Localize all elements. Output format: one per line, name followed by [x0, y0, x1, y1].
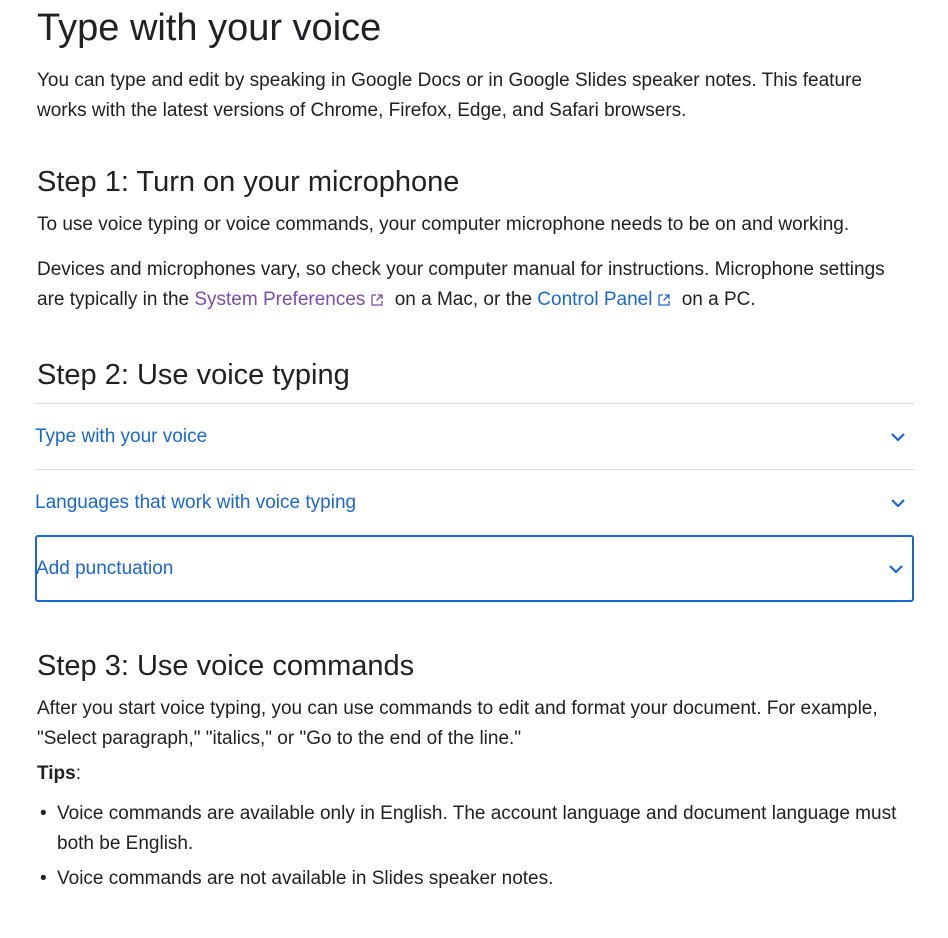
tip-text: Voice commands are not available in Slid… [57, 868, 554, 889]
external-link-icon[interactable] [371, 294, 384, 306]
system-preferences-link[interactable]: System Preferences [194, 289, 365, 310]
accordion-item-label[interactable]: Add punctuation [36, 554, 173, 584]
list-item: • Voice commands are not available in Sli… [37, 864, 914, 894]
bullet-icon: • [40, 803, 47, 824]
accordion-item-add-punctuation[interactable]: Add punctuation [35, 535, 914, 602]
accordion-item-type-with-your-voice[interactable]: Type with your voice [35, 403, 914, 469]
intro-paragraph: You can type and edit by speaking in Goo… [37, 70, 862, 121]
step1-heading: Step 1: Turn on your microphone [37, 166, 460, 198]
help-article: Type with your voice You can type and ed… [0, 0, 948, 894]
page-title: Type with your voice [37, 7, 382, 49]
tip-text: Voice commands are available only in Eng… [57, 803, 897, 854]
control-panel-link-label[interactable]: Control Panel [537, 289, 652, 310]
step1-paragraph-2: Devices and microphones vary, so check y… [37, 255, 914, 315]
accordion-item-label[interactable]: Languages that work with voice typing [35, 488, 356, 518]
tips-list: • Voice commands are available only in En… [37, 799, 914, 894]
control-panel-link[interactable]: Control Panel [537, 289, 652, 310]
chevron-down-icon[interactable] [890, 497, 906, 509]
step1-p2-text-after: on a PC. [676, 289, 756, 310]
accordion-item-label[interactable]: Type with your voice [35, 422, 207, 452]
tips-label: Tips: [37, 759, 914, 789]
bullet-icon: • [40, 868, 47, 889]
step2-heading: Step 2: Use voice typing [37, 359, 350, 391]
tips-colon: : [75, 763, 81, 784]
system-preferences-link-label[interactable]: System Preferences [194, 289, 365, 310]
step3-paragraph: After you start voice typing, you can us… [37, 698, 878, 749]
step1-paragraph-1: To use voice typing or voice commands, y… [37, 214, 850, 235]
chevron-down-icon[interactable] [888, 563, 904, 575]
list-item: • Voice commands are available only in En… [37, 799, 914, 859]
chevron-down-icon[interactable] [890, 431, 906, 443]
step1-p2-text-middle: on a Mac, or the [389, 289, 538, 310]
external-link-icon[interactable] [658, 294, 671, 306]
tips-label-bold: Tips [37, 763, 76, 784]
step3-heading: Step 3: Use voice commands [37, 650, 415, 682]
accordion-item-languages[interactable]: Languages that work with voice typing [35, 469, 914, 535]
voice-typing-accordion: Type with your voice Languages that work… [35, 403, 914, 602]
